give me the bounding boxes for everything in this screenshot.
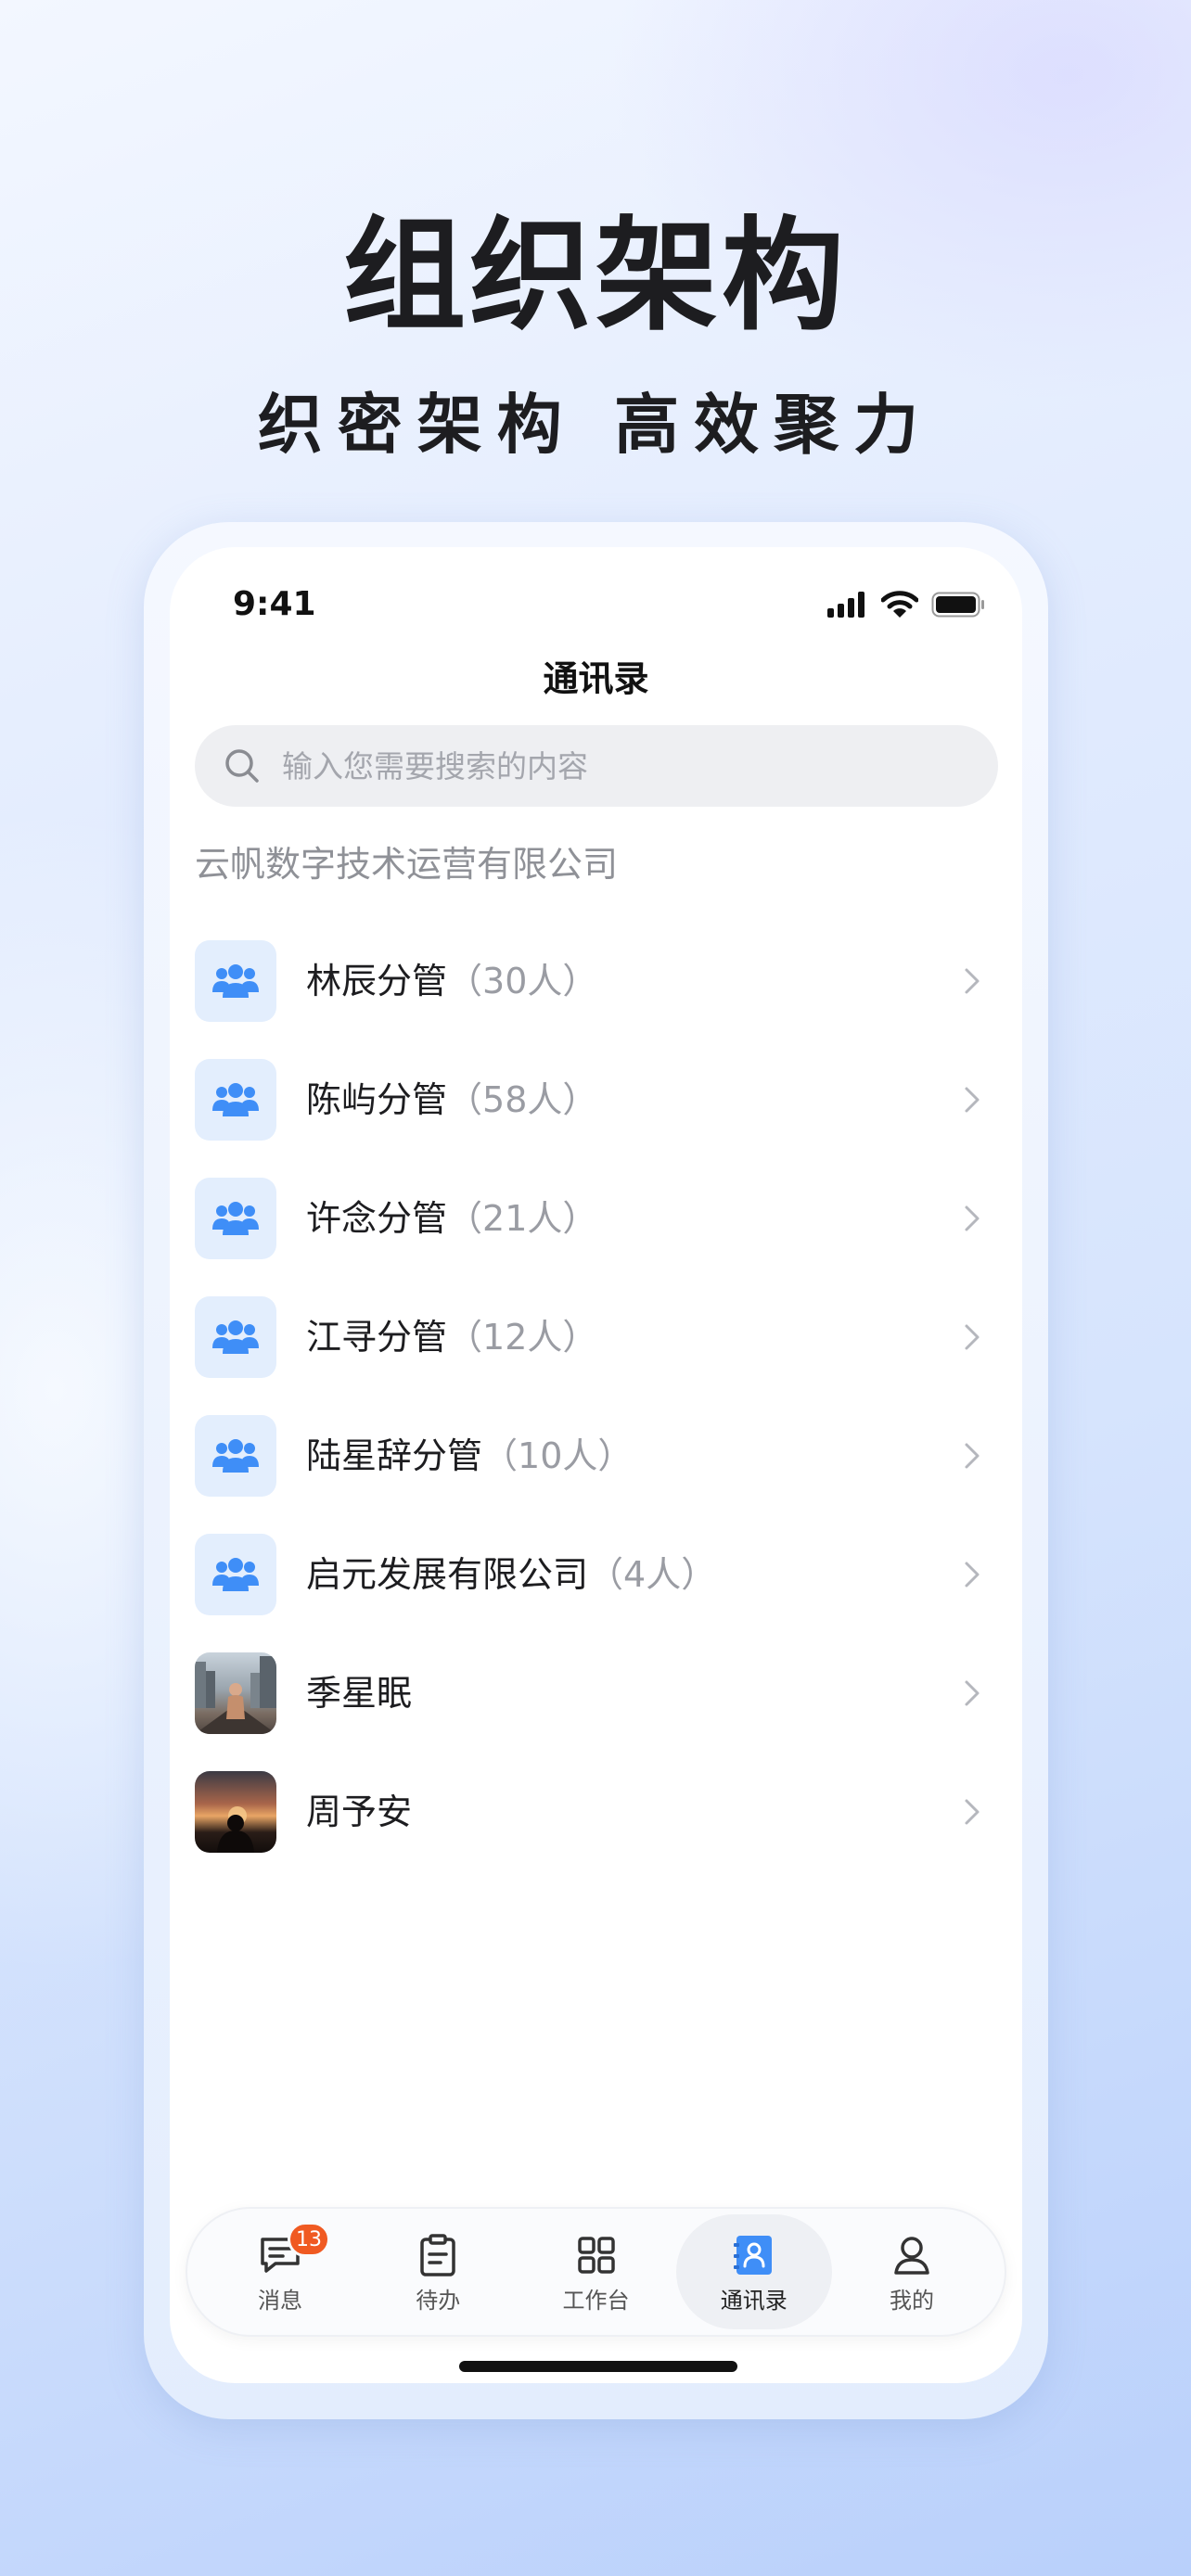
- list-item[interactable]: 林辰分管（30人）: [195, 922, 998, 1040]
- avatar: [195, 1652, 276, 1734]
- status-time: 9:41: [233, 585, 316, 623]
- avatar: [195, 1771, 276, 1853]
- member-count: （21人）: [447, 1198, 598, 1239]
- tab-label: 待办: [416, 2288, 461, 2314]
- member-count: （30人）: [447, 961, 598, 1001]
- tab-bar: 13 消息 待办 工作台 通讯录 我的: [186, 2207, 1006, 2337]
- battery-icon: [931, 592, 984, 618]
- list-item[interactable]: 许念分管（21人）: [195, 1159, 998, 1278]
- tab-contacts[interactable]: 通讯录: [675, 2214, 832, 2329]
- grid-icon: [570, 2229, 622, 2281]
- tab-label: 消息: [258, 2288, 302, 2314]
- member-count: （12人）: [447, 1317, 598, 1358]
- chevron-right-icon: [965, 1087, 980, 1113]
- company-name: 云帆数字技术运营有限公司: [195, 844, 619, 885]
- search-bar[interactable]: [195, 725, 998, 807]
- status-icons: [827, 586, 985, 623]
- group-icon: [195, 1296, 276, 1378]
- tab-profile[interactable]: 我的: [834, 2214, 990, 2329]
- contact-name: 江寻分管: [306, 1317, 448, 1358]
- tab-workbench[interactable]: 工作台: [519, 2214, 674, 2329]
- page-title: 通讯录: [543, 658, 649, 699]
- member-count: （58人）: [447, 1079, 598, 1120]
- search-icon: [225, 749, 259, 783]
- unread-badge: 13: [288, 2222, 330, 2257]
- search-input[interactable]: [282, 738, 987, 794]
- contact-name: 启元发展有限公司: [306, 1554, 589, 1595]
- list-item[interactable]: 陆星辞分管（10人）: [195, 1396, 998, 1515]
- contacts-icon: [728, 2229, 780, 2281]
- contact-name: 周予安: [306, 1792, 413, 1832]
- tab-messages[interactable]: 13 消息: [202, 2214, 358, 2329]
- chevron-right-icon: [965, 968, 980, 994]
- contact-list: 林辰分管（30人） 陈屿分管（58人） 许念分管（21人） 江寻分管（12人） …: [195, 922, 998, 1871]
- chevron-right-icon: [965, 1680, 980, 1706]
- member-count: （10人）: [482, 1435, 634, 1476]
- group-icon: [195, 1534, 276, 1615]
- chevron-right-icon: [965, 1443, 980, 1469]
- group-icon: [195, 1178, 276, 1259]
- list-item[interactable]: 周予安: [195, 1753, 998, 1871]
- list-item[interactable]: 启元发展有限公司（4人）: [195, 1515, 998, 1634]
- chevron-right-icon: [965, 1562, 980, 1588]
- contact-name: 许念分管: [306, 1198, 448, 1239]
- tab-label: 我的: [890, 2288, 934, 2314]
- group-icon: [195, 1415, 276, 1497]
- tab-label: 通讯录: [720, 2288, 788, 2314]
- member-count: （4人）: [588, 1554, 717, 1595]
- wifi-icon: [881, 591, 918, 618]
- home-indicator: [459, 2361, 737, 2372]
- profile-icon: [886, 2229, 938, 2281]
- hero-subtitle: 织密架构 高效聚力: [257, 387, 934, 463]
- signal-icon: [827, 592, 864, 618]
- tab-label: 工作台: [562, 2288, 630, 2314]
- contact-name: 林辰分管: [306, 961, 448, 1001]
- group-icon: [195, 940, 276, 1022]
- tab-todo[interactable]: 待办: [360, 2214, 516, 2329]
- chevron-right-icon: [965, 1799, 980, 1825]
- chevron-right-icon: [965, 1205, 980, 1231]
- contact-name: 陆星辞分管: [306, 1435, 483, 1476]
- hero-title: 组织架构: [343, 205, 848, 348]
- list-item[interactable]: 陈屿分管（58人）: [195, 1040, 998, 1159]
- clipboard-icon: [412, 2229, 464, 2281]
- group-icon: [195, 1059, 276, 1141]
- phone-screen: 9:41 通讯录 云帆数字技术运营有限公司: [170, 547, 1022, 2383]
- list-item[interactable]: 季星眠: [195, 1634, 998, 1753]
- contact-name: 季星眠: [306, 1673, 413, 1714]
- contact-name: 陈屿分管: [306, 1079, 448, 1120]
- list-item[interactable]: 江寻分管（12人）: [195, 1278, 998, 1396]
- chevron-right-icon: [965, 1324, 980, 1350]
